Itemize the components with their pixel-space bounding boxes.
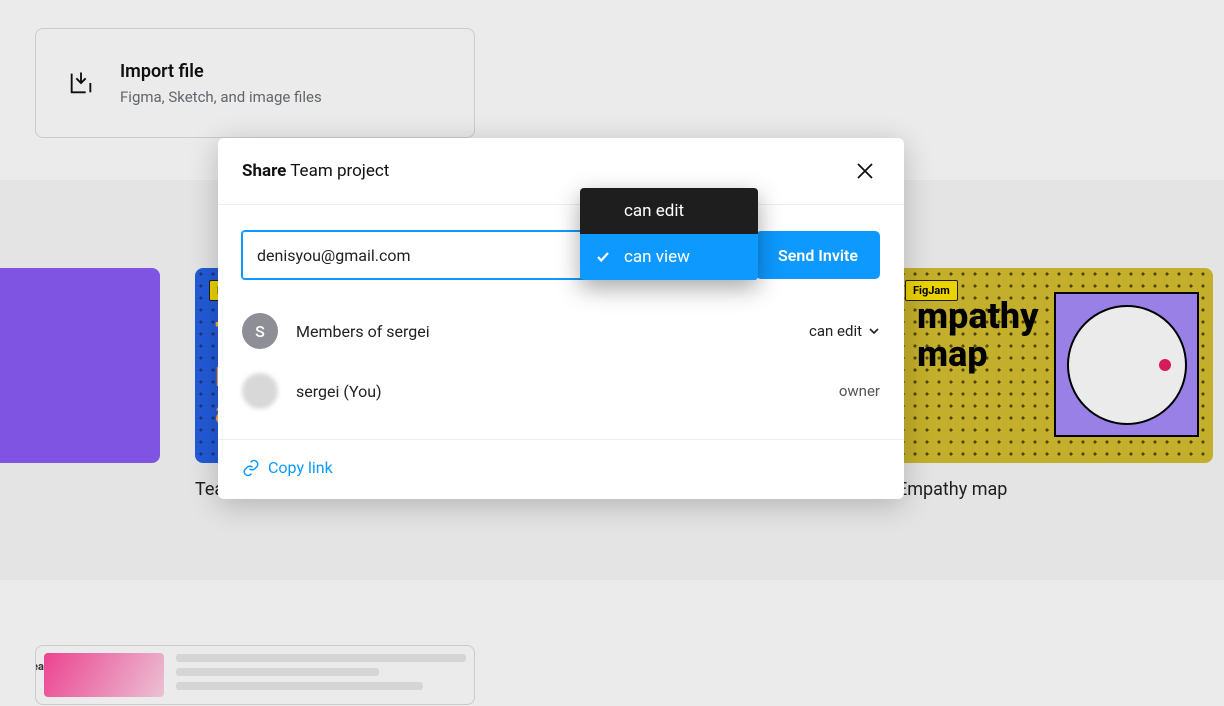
option-label: can edit <box>624 201 684 221</box>
chevron-down-icon <box>868 325 880 337</box>
copy-link-button[interactable]: Copy link <box>242 458 333 477</box>
close-button[interactable] <box>850 156 880 186</box>
check-icon <box>594 250 612 264</box>
modal-title: Share Team project <box>242 161 389 181</box>
role-label: owner <box>839 382 880 400</box>
project-name: Team project <box>290 161 389 181</box>
avatar: S <box>242 313 278 349</box>
member-row: sergei (You) owner <box>242 361 880 421</box>
invite-row: denisyou@gmail.com Send Invite <box>218 205 904 279</box>
send-invite-button[interactable]: Send Invite <box>756 231 880 279</box>
members-list: S Members of sergei can edit sergei (You… <box>218 279 904 421</box>
member-name: sergei (You) <box>296 382 839 401</box>
link-icon <box>242 459 260 477</box>
share-modal: Share Team project denisyou@gmail.com Se… <box>218 138 904 499</box>
option-label: can view <box>624 247 690 267</box>
share-label: Share <box>242 161 286 181</box>
copy-link-label: Copy link <box>268 458 333 477</box>
role-dropdown[interactable]: can edit <box>809 322 880 340</box>
modal-footer: Copy link <box>218 439 904 499</box>
permission-option-edit[interactable]: can edit <box>580 188 758 234</box>
permission-option-view[interactable]: can view <box>580 234 758 280</box>
modal-header: Share Team project <box>218 138 904 205</box>
avatar <box>242 373 278 409</box>
member-row: S Members of sergei can edit <box>242 301 880 361</box>
permission-menu: can edit can view <box>580 188 758 280</box>
role-label: can edit <box>809 322 862 340</box>
close-icon <box>855 161 875 181</box>
member-name: Members of sergei <box>296 322 809 341</box>
